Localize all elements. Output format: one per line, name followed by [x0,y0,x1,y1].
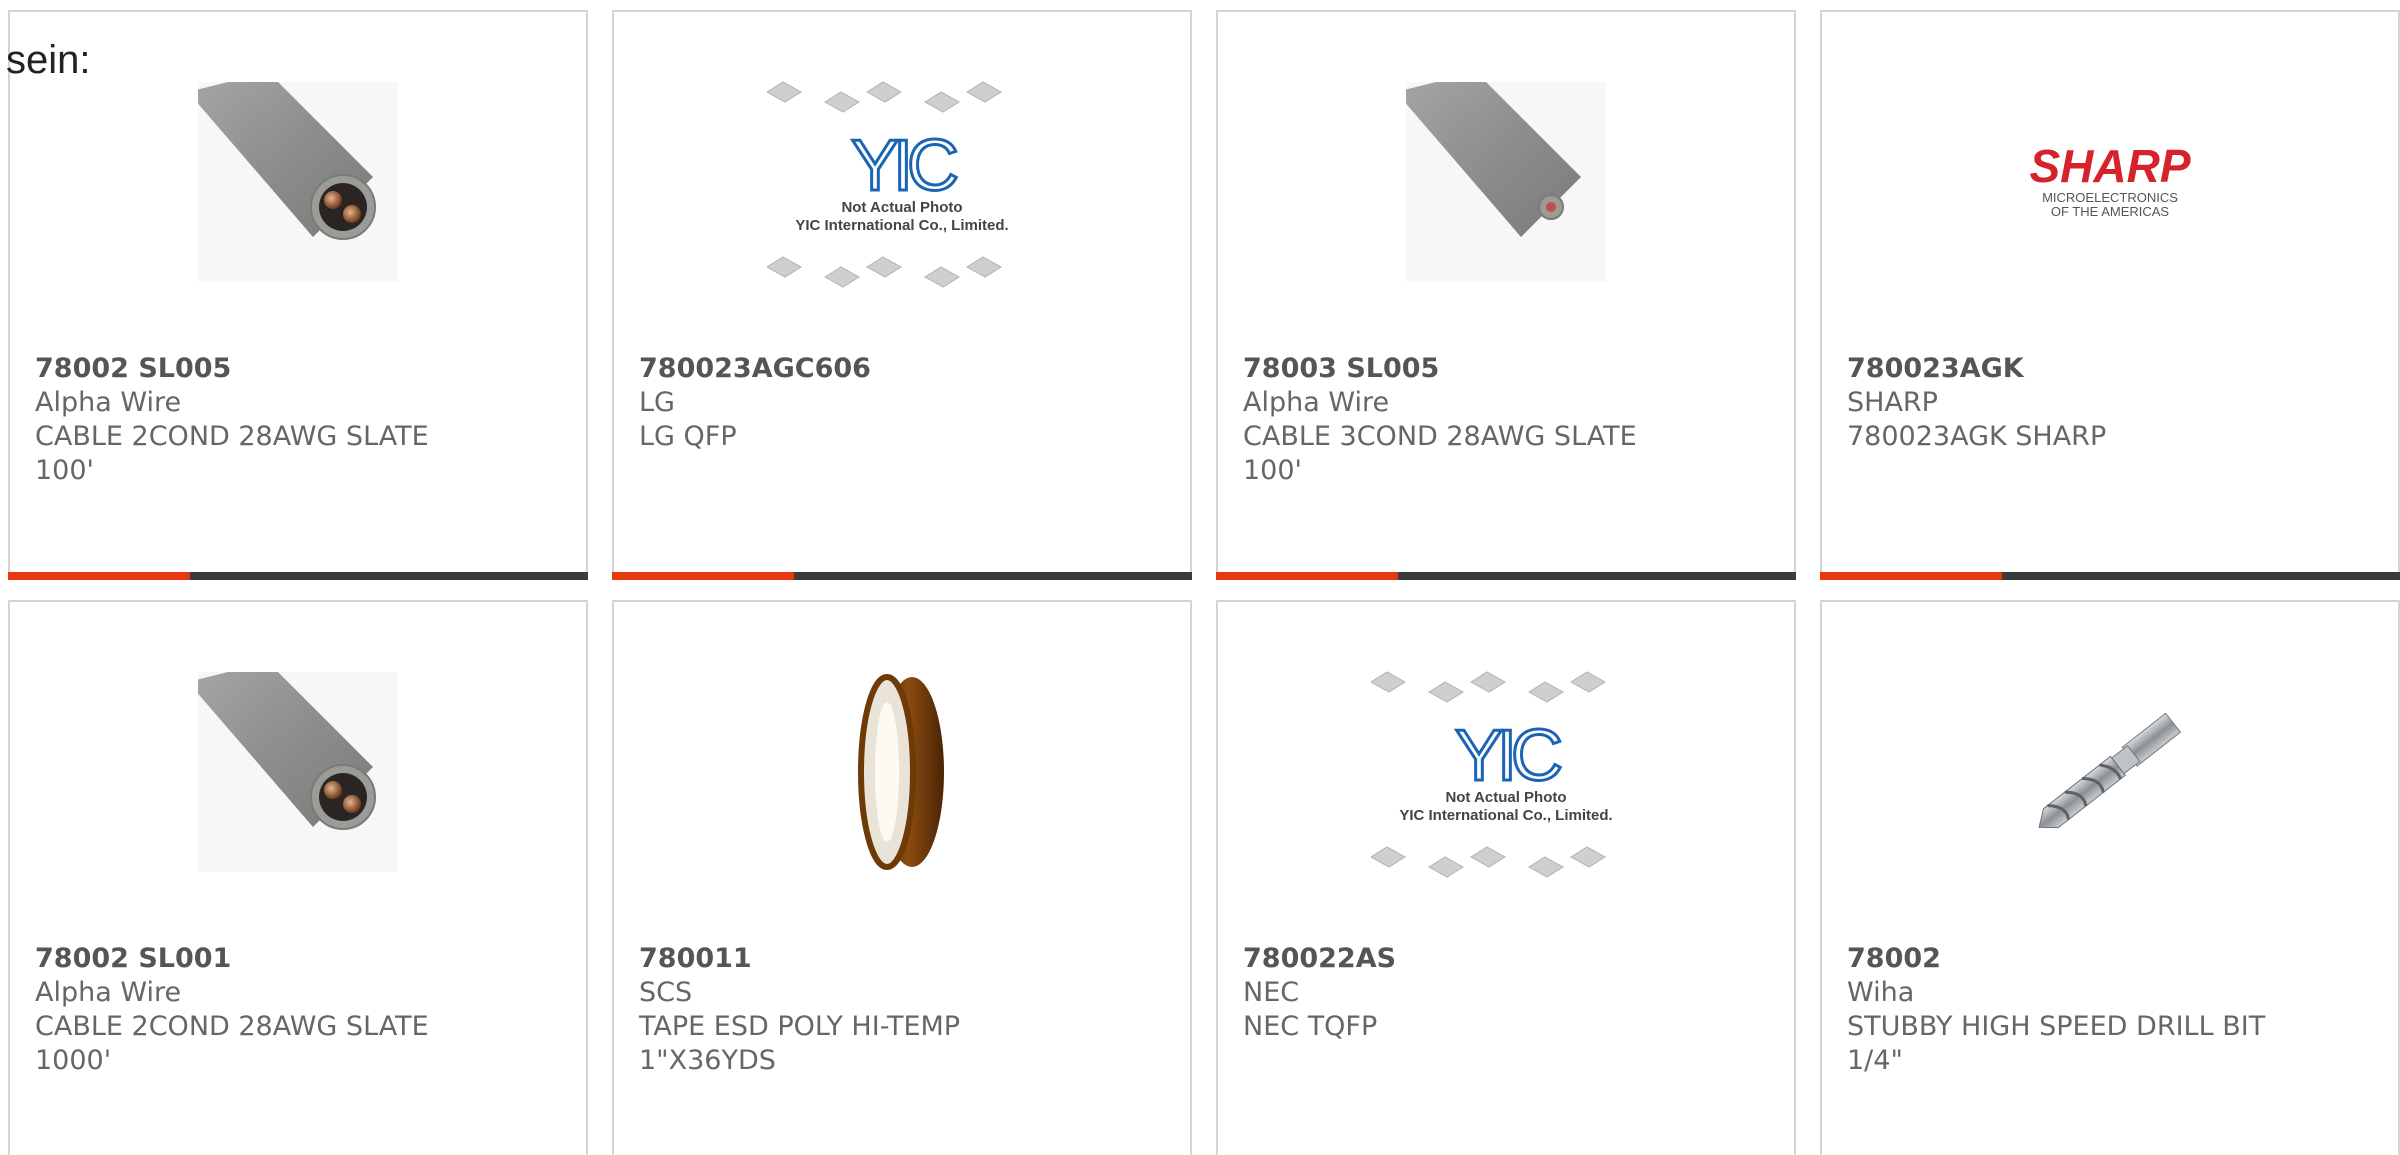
card-footer-accent [1216,572,1398,580]
cable-3cond-icon[interactable] [1218,82,1794,282]
manufacturer-name: NEC [1243,977,1300,1008]
product-description: CABLE 2COND 28AWG SLATE 1000' [35,1011,429,1076]
manufacturer-name: Alpha Wire [35,387,182,418]
card-footer-accent [1820,572,2002,580]
sharp-logo-icon[interactable]: SHARP MICROELECTRONICS OF THE AMERICAS [1822,82,2398,282]
product-info: 780011 SCS TAPE ESD POLY HI-TEMP 1"X36YDS [639,942,1170,1078]
product-description: STUBBY HIGH SPEED DRILL BIT 1/4" [1847,1011,2266,1076]
product-card[interactable]: 78002 Wiha STUBBY HIGH SPEED DRILL BIT 1/4… [1820,600,2400,1155]
part-number-link[interactable]: 78002 [1847,942,2378,976]
part-number-link[interactable]: 780023AGK [1847,352,2378,386]
card-footer-bar [1820,572,2400,580]
manufacturer-name: Alpha Wire [35,977,182,1008]
part-number-link[interactable]: 78002 SL001 [35,942,566,976]
manufacturer-name: SHARP [1847,387,1938,418]
part-number-link[interactable]: 780011 [639,942,1170,976]
product-info: 78003 SL005 Alpha Wire CABLE 3COND 28AWG S… [1243,352,1774,488]
yic-placeholder-icon[interactable]: YIC Not Actual Photo YIC International C… [1218,671,1794,878]
card-footer-bar [8,572,588,580]
product-card[interactable]: YIC Not Actual Photo YIC International C… [1216,600,1796,1155]
cable-2cond-icon[interactable] [10,82,586,282]
yic-brand-text: YIC [851,126,957,206]
part-number-link[interactable]: 780022AS [1243,942,1774,976]
product-description: NEC TQFP [1243,1011,1378,1042]
cable-2cond-icon[interactable] [10,672,586,872]
svg-text:Not Actual Photo: Not Actual Photo [841,199,962,216]
part-number-link[interactable]: 78002 SL005 [35,352,566,386]
part-number-link[interactable]: 78003 SL005 [1243,352,1774,386]
svg-text:MICROELECTRONICS: MICROELECTRONICS [2042,190,2178,205]
svg-text:SHARP: SHARP [2029,140,2190,192]
product-card[interactable]: 78002 SL005 Alpha Wire CABLE 2COND 28AWG S… [8,10,588,580]
heading-fragment: sein: [6,38,91,82]
svg-text:YIC International Co., Limited: YIC International Co., Limited. [1399,807,1612,824]
product-description: TAPE ESD POLY HI-TEMP 1"X36YDS [639,1011,961,1076]
product-info: 78002 SL005 Alpha Wire CABLE 2COND 28AWG S… [35,352,566,488]
drill-bit-icon[interactable] [1822,672,2398,872]
product-description: CABLE 3COND 28AWG SLATE 100' [1243,421,1637,486]
manufacturer-name: Wiha [1847,977,1915,1008]
svg-text:OF THE AMERICAS: OF THE AMERICAS [2051,204,2170,219]
product-info: 780023AGK SHARP 780023AGK SHARP [1847,352,2378,454]
tape-roll-icon[interactable] [614,672,1190,872]
product-description: LG QFP [639,421,737,452]
yic-brand-text: YIC [1455,716,1561,796]
product-info: 780023AGC606 LG LG QFP [639,352,1170,454]
product-description: 780023AGK SHARP [1847,421,2107,452]
card-footer-accent [8,572,190,580]
product-card[interactable]: 78002 SL001 Alpha Wire CABLE 2COND 28AWG S… [8,600,588,1155]
part-number-link[interactable]: 780023AGC606 [639,352,1170,386]
product-info: 780022AS NEC NEC TQFP [1243,942,1774,1044]
yic-placeholder-icon[interactable]: YIC Not Actual Photo YIC International C… [614,81,1190,288]
manufacturer-name: SCS [639,977,693,1008]
product-card[interactable]: 78003 SL005 Alpha Wire CABLE 3COND 28AWG S… [1216,10,1796,580]
svg-text:Not Actual Photo: Not Actual Photo [1445,789,1566,806]
product-info: 78002 Wiha STUBBY HIGH SPEED DRILL BIT 1/4… [1847,942,2378,1078]
manufacturer-name: Alpha Wire [1243,387,1390,418]
product-info: 78002 SL001 Alpha Wire CABLE 2COND 28AWG S… [35,942,566,1078]
card-footer-accent [612,572,794,580]
product-description: CABLE 2COND 28AWG SLATE 100' [35,421,429,486]
product-card[interactable]: YIC Not Actual Photo YIC International C… [612,10,1192,580]
product-card[interactable]: SHARP MICROELECTRONICS OF THE AMERICAS 7… [1820,10,2400,580]
product-card[interactable]: 780011 SCS TAPE ESD POLY HI-TEMP 1"X36YDS [612,600,1192,1155]
svg-text:YIC International Co., Limited: YIC International Co., Limited. [795,217,1008,234]
card-footer-bar [612,572,1192,580]
manufacturer-name: LG [639,387,675,418]
card-footer-bar [1216,572,1796,580]
